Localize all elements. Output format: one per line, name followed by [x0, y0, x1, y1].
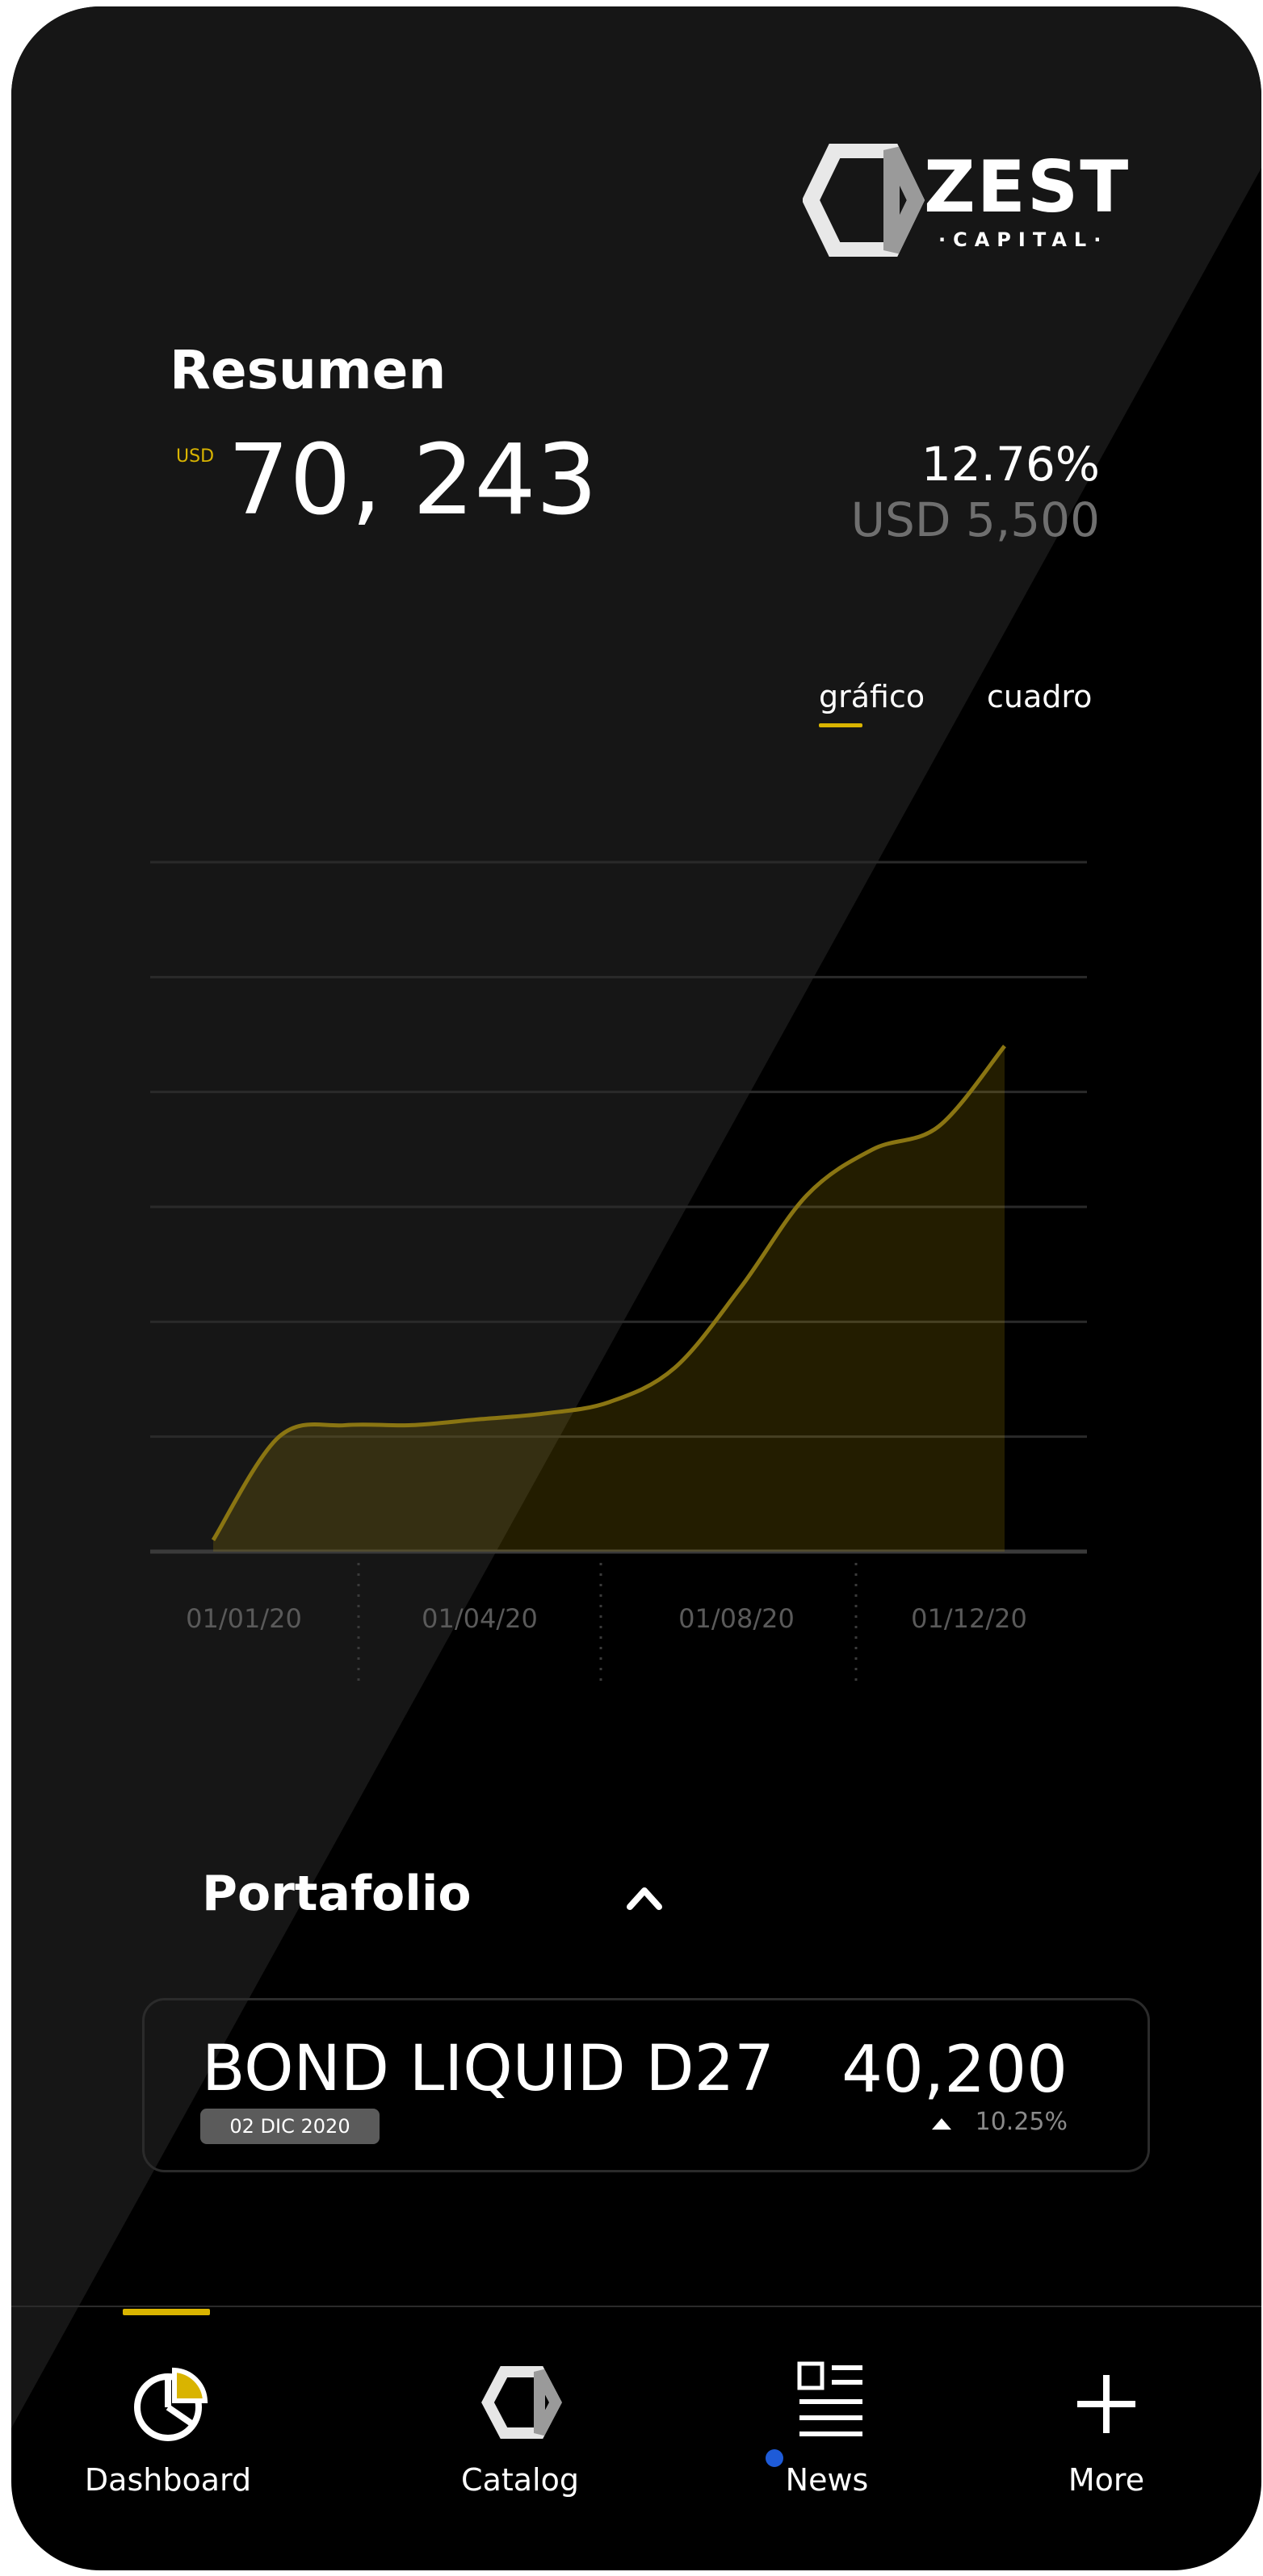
chart-x-tick-label: 01/01/20 — [186, 1603, 302, 1634]
nav-label-dashboard: Dashboard — [84, 2462, 252, 2498]
portfolio-title: Portafolio — [202, 1866, 472, 1922]
nav-item-news[interactable]: News — [738, 2361, 916, 2517]
chart-x-tick-label: 01/04/20 — [422, 1603, 538, 1634]
portfolio-area-chart: 01/01/20 01/04/20 01/08/20 01/12/20 — [150, 861, 1087, 1681]
asset-date-badge: 02 DIC 2020 — [200, 2109, 380, 2144]
nav-divider — [11, 2306, 1261, 2307]
asset-name: BOND LIQUID D27 — [202, 2033, 774, 2105]
nav-label-news: News — [785, 2462, 869, 2498]
pie-chart-icon — [134, 2367, 208, 2441]
nav-item-dashboard[interactable]: Dashboard — [79, 2364, 257, 2517]
asset-value: 40,200 — [841, 2032, 1068, 2107]
chart-x-tick-label: 01/12/20 — [911, 1603, 1027, 1634]
nav-label-more: More — [1068, 2462, 1145, 2498]
asset-change: 10.25% — [975, 2108, 1068, 2136]
phone-screen: ZEST ·CAPITAL· Resumen USD 70, 243 12.76… — [11, 6, 1261, 2570]
news-icon — [797, 2361, 862, 2436]
nav-active-indicator — [123, 2309, 210, 2315]
chart-x-tick-label: 01/08/20 — [678, 1603, 795, 1634]
nav-item-more[interactable]: More — [1018, 2364, 1195, 2517]
plus-icon — [1077, 2375, 1135, 2433]
nav-item-catalog[interactable]: Catalog — [431, 2364, 609, 2517]
chart-area-fill — [213, 1045, 1005, 1552]
hexagon-icon — [481, 2366, 562, 2439]
arrow-up-icon — [932, 2118, 951, 2130]
chevron-up-icon[interactable] — [623, 1881, 665, 1913]
nav-label-catalog: Catalog — [461, 2462, 579, 2498]
